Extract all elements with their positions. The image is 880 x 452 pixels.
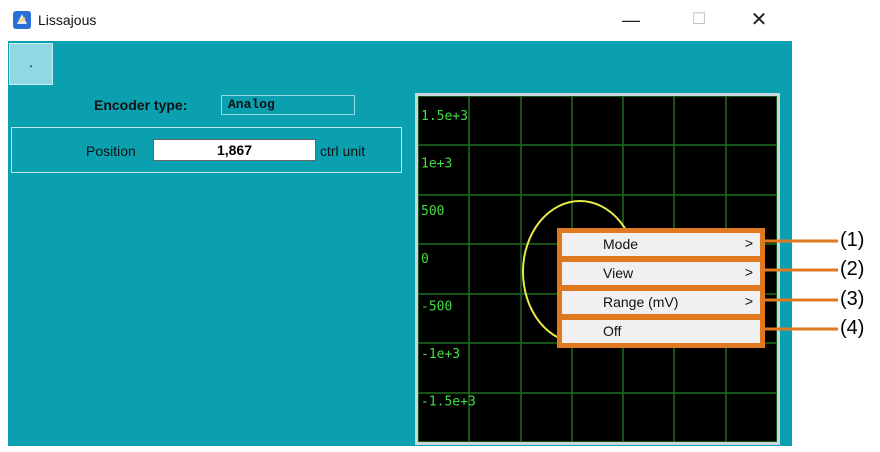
callout-1: (1) — [840, 229, 865, 251]
callout-4: (4) — [840, 317, 865, 339]
callout-2: (2) — [840, 258, 865, 280]
callout-3: (3) — [840, 288, 865, 310]
callout-leaders — [765, 239, 838, 331]
